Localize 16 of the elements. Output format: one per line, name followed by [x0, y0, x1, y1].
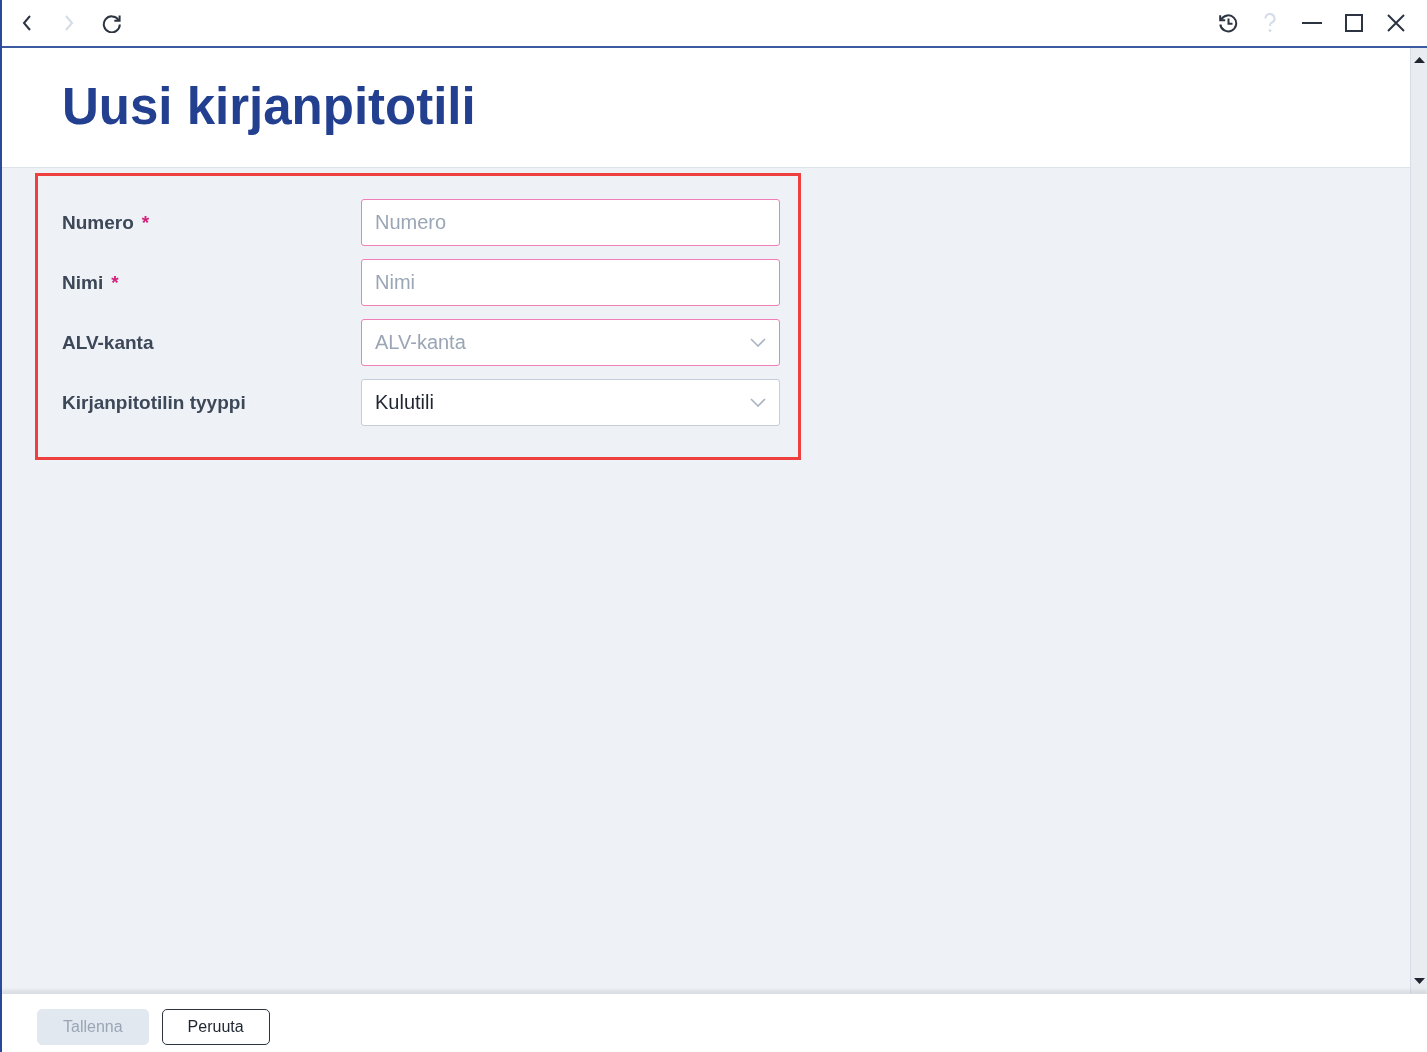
required-mark: * — [111, 271, 119, 294]
select-field[interactable]: Kulutili — [361, 379, 780, 426]
scrollbar[interactable] — [1410, 48, 1427, 993]
field-label: Kirjanpitotilin tyyppi — [62, 391, 246, 414]
chevron-down-icon — [750, 338, 766, 347]
input-field[interactable]: Numero — [361, 199, 780, 246]
down-arrow-icon[interactable] — [1413, 978, 1425, 984]
page-title: Uusi kirjanpitotili — [62, 78, 476, 137]
up-arrow-icon[interactable] — [1413, 57, 1425, 63]
input-field[interactable]: Nimi — [361, 259, 780, 306]
required-mark: * — [141, 211, 150, 234]
field-label: Nimi — [62, 271, 104, 294]
field-label: ALV-kanta — [62, 331, 154, 354]
cancel-button[interactable]: Peruuta — [161, 1009, 270, 1045]
chevron-down-icon — [750, 398, 766, 407]
field-label: Numero — [62, 211, 134, 234]
